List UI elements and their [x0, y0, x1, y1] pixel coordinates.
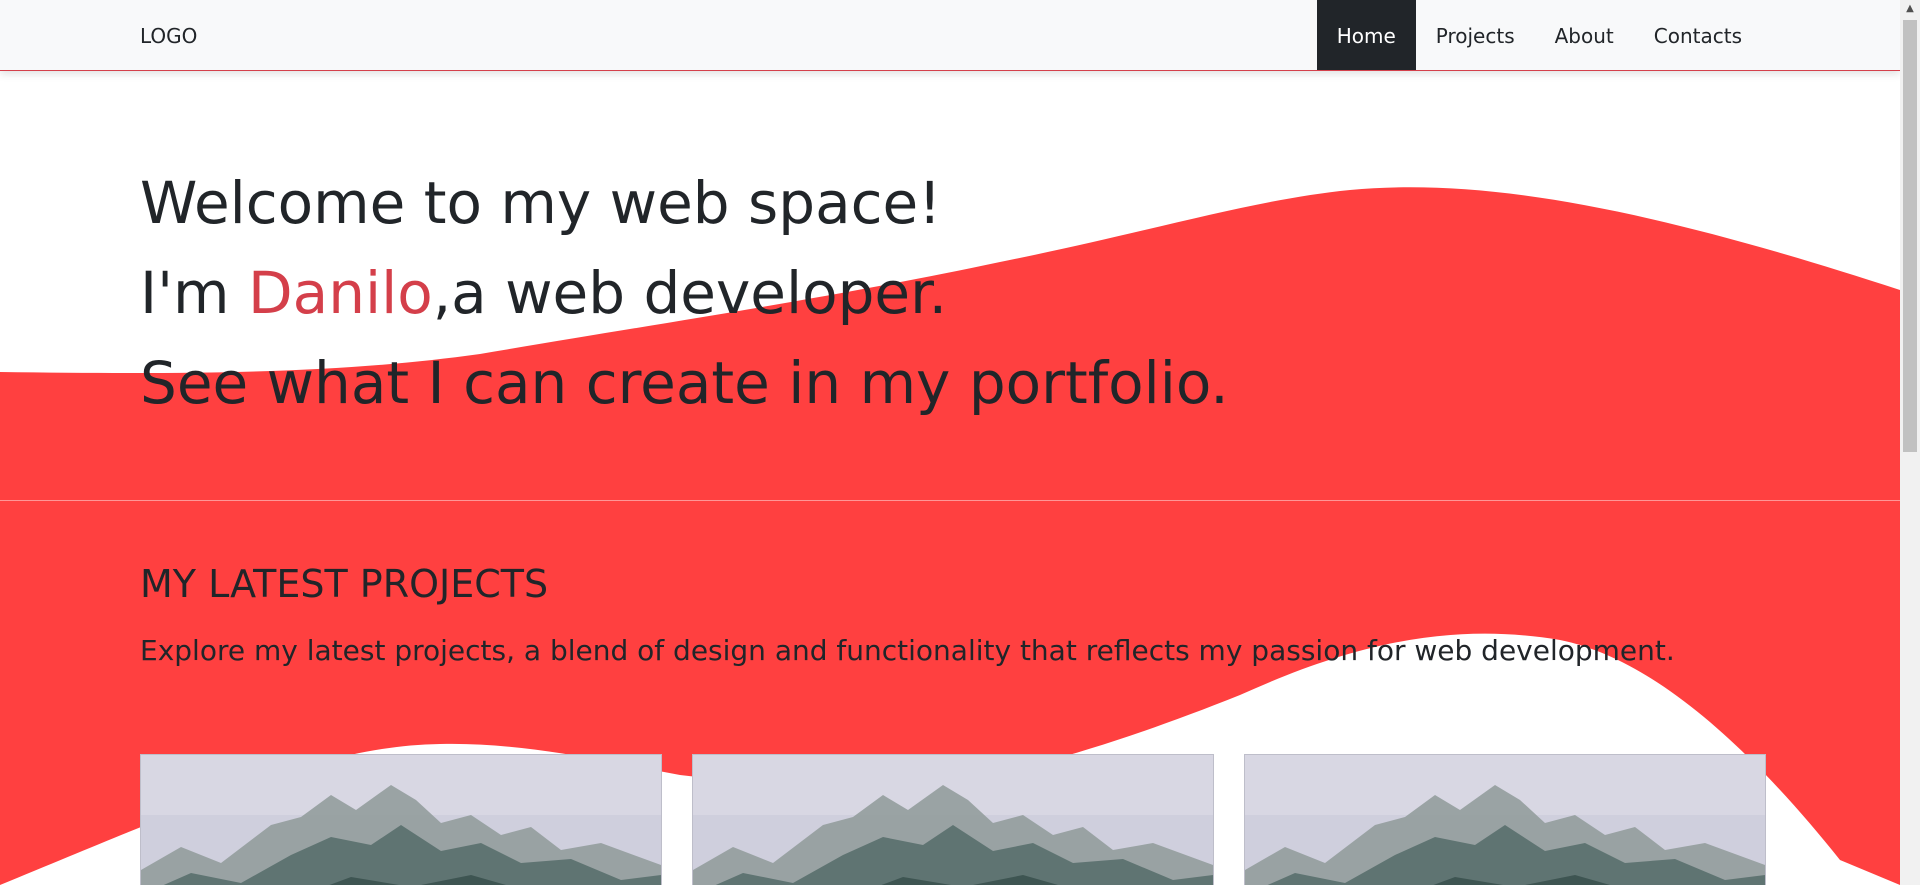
mountain-landscape-image: [693, 755, 1213, 885]
project-card[interactable]: [140, 754, 662, 885]
hero-intro-prefix: I'm: [140, 259, 248, 327]
triangle-up-icon[interactable]: ▲: [1900, 0, 1920, 18]
nav-link-projects[interactable]: Projects: [1416, 0, 1535, 70]
hero-welcome-heading: Welcome to my web space!: [140, 169, 942, 237]
projects-description: Explore my latest projects, a blend of d…: [140, 634, 1675, 667]
logo[interactable]: LOGO: [140, 0, 197, 70]
nav-link-home[interactable]: Home: [1316, 0, 1416, 70]
navbar: LOGO Home Projects About Contacts: [0, 0, 1900, 71]
vertical-scrollbar[interactable]: ▲: [1900, 0, 1920, 885]
mountain-landscape-image: [141, 755, 661, 885]
nav-item-about: About: [1535, 0, 1634, 70]
mountain-landscape-image: [1245, 755, 1765, 885]
page: LOGO Home Projects About Contacts Welcom…: [0, 0, 1920, 885]
scrollbar-thumb[interactable]: [1903, 20, 1917, 452]
project-card[interactable]: [1244, 754, 1766, 885]
hero-intro-heading: I'm Danilo,a web developer.: [140, 248, 1229, 338]
nav-menu: Home Projects About Contacts: [1316, 0, 1762, 70]
nav-item-home: Home: [1316, 0, 1416, 70]
nav-item-contacts: Contacts: [1634, 0, 1762, 70]
projects-title: MY LATEST PROJECTS: [140, 562, 549, 606]
nav-link-about[interactable]: About: [1535, 0, 1634, 70]
section-divider: [0, 500, 1900, 501]
hero-section: Welcome to my web space! I'm Danilo,a we…: [140, 158, 1229, 428]
hero-intro-suffix: ,a web developer.: [432, 259, 948, 327]
project-card[interactable]: [692, 754, 1214, 885]
nav-link-contacts[interactable]: Contacts: [1634, 0, 1762, 70]
nav-item-projects: Projects: [1416, 0, 1535, 70]
project-cards: [140, 754, 1766, 885]
background-waves: [0, 187, 1900, 885]
hero-portfolio-heading: See what I can create in my portfolio.: [140, 349, 1229, 417]
hero-name: Danilo: [248, 259, 433, 327]
